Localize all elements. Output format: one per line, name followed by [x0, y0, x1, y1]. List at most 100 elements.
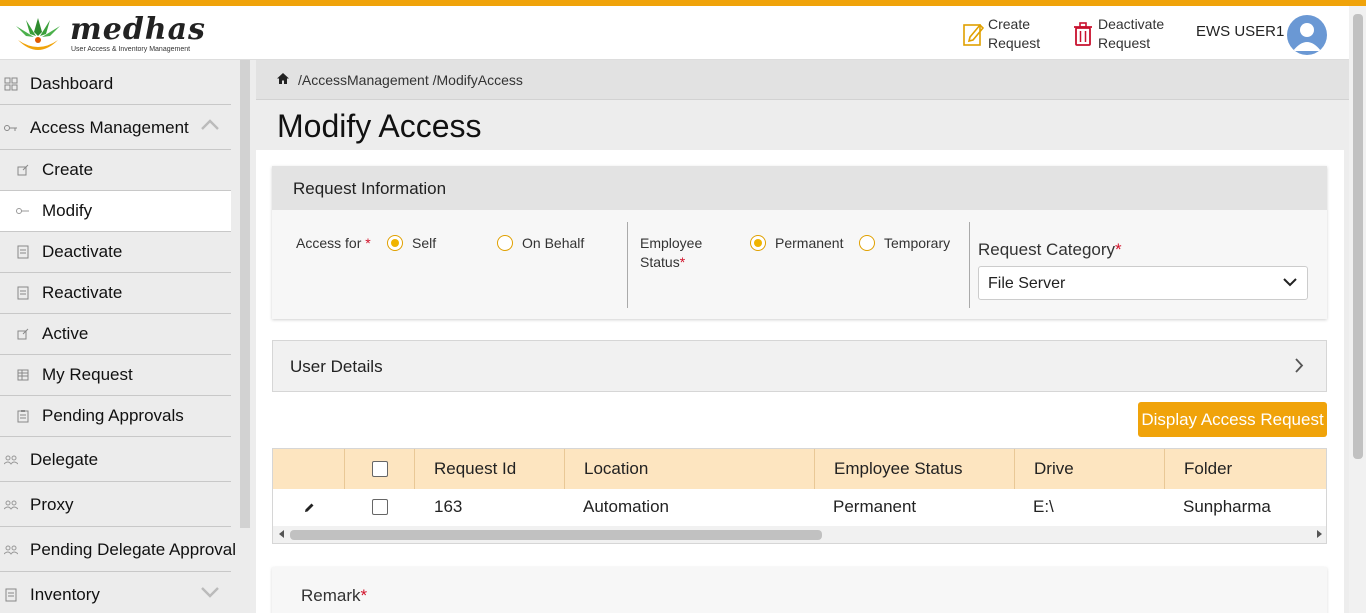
- breadcrumb: /AccessManagement /ModifyAccess: [256, 60, 1349, 100]
- pencil-icon[interactable]: [304, 502, 315, 513]
- trash-icon: [1074, 22, 1092, 46]
- document-icon: [16, 286, 30, 300]
- sidebar-item-label: Active: [42, 324, 89, 343]
- table-header-request-id[interactable]: Request Id: [415, 449, 565, 489]
- sidebar-item-reactivate[interactable]: Reactivate: [0, 273, 231, 314]
- sidebar-item-active[interactable]: Active: [0, 314, 231, 355]
- scroll-right-arrow[interactable]: [1317, 530, 1322, 538]
- user-avatar[interactable]: [1287, 15, 1327, 55]
- home-icon[interactable]: [276, 72, 290, 85]
- cell-employee-status: Permanent: [833, 497, 917, 516]
- sidebar-item-label: Reactivate: [42, 283, 123, 302]
- table-header-drive[interactable]: Drive: [1015, 449, 1165, 489]
- employee-status-temporary-radio[interactable]: Temporary: [859, 235, 950, 251]
- sidebar-item-deactivate[interactable]: Deactivate: [0, 232, 231, 273]
- radio-label: On Behalf: [522, 235, 585, 251]
- key-icon: [16, 204, 30, 218]
- employee-status-label-line1: Employee: [640, 235, 703, 251]
- required-mark: *: [1115, 240, 1122, 259]
- form-card: Request Information Access for * Self On…: [256, 150, 1344, 613]
- remark-panel: Remark*: [272, 567, 1327, 613]
- divider: [627, 222, 628, 308]
- breadcrumb-path[interactable]: /AccessManagement /ModifyAccess: [298, 72, 523, 88]
- request-category-value: File Server: [988, 275, 1066, 292]
- chevron-down-icon[interactable]: [200, 586, 220, 598]
- chevron-down-icon: [1283, 278, 1297, 287]
- deactivate-request-button[interactable]: Deactivate Request: [1072, 16, 1170, 52]
- table-header-employee-status[interactable]: Employee Status: [815, 449, 1015, 489]
- employee-status-label: Employee Status*: [640, 234, 702, 272]
- request-category-select[interactable]: File Server: [978, 266, 1308, 300]
- page-scrollbar-thumb[interactable]: [1353, 14, 1363, 459]
- cell-location: Automation: [583, 497, 669, 516]
- sidebar-item-pending-approvals[interactable]: Pending Approvals: [0, 396, 231, 437]
- sidebar-item-create[interactable]: Create: [0, 150, 231, 191]
- radio-label: Temporary: [884, 235, 951, 251]
- employee-status-permanent-radio[interactable]: Permanent: [750, 235, 843, 251]
- table-scrollbar-thumb[interactable]: [290, 530, 822, 540]
- remark-label: Remark*: [301, 586, 367, 606]
- scroll-left-arrow[interactable]: [279, 530, 284, 538]
- page-scrollbar[interactable]: [1349, 6, 1366, 613]
- user-avatar-icon: [1293, 23, 1321, 51]
- row-checkbox[interactable]: [372, 499, 388, 515]
- users-icon: [4, 498, 18, 512]
- access-for-label: Access for *: [296, 234, 371, 253]
- app-logo[interactable]: medhas User Access & Inventory Managemen…: [12, 8, 205, 58]
- user-details-panel[interactable]: User Details: [272, 340, 1327, 392]
- sidebar-item-dashboard[interactable]: Dashboard: [0, 63, 231, 105]
- sidebar-item-label: Create: [42, 160, 94, 179]
- sidebar-item-label: Dashboard: [30, 73, 114, 93]
- divider: [969, 222, 970, 308]
- sidebar-item-access-management[interactable]: Access Management: [0, 106, 231, 150]
- sidebar-item-label: Proxy: [30, 494, 74, 514]
- sidebar-item-label: Inventory: [30, 584, 100, 604]
- create-request-label-line1: Create: [988, 16, 1031, 32]
- sidebar-item-label: Deactivate: [42, 242, 123, 261]
- create-request-label-line2: Request: [988, 35, 1041, 51]
- sidebar-item-inventory[interactable]: Inventory: [0, 573, 231, 613]
- radio-dot: [750, 235, 766, 251]
- radio-dot: [859, 235, 875, 251]
- table-icon: [16, 368, 30, 382]
- sidebar-item-label: Pending Approvals: [42, 406, 184, 425]
- access-request-table: Request Id Location Employee Status Driv…: [272, 448, 1327, 544]
- sidebar-item-delegate[interactable]: Delegate: [0, 438, 231, 482]
- sidebar-item-modify[interactable]: Modify: [0, 191, 231, 232]
- table-header-folder[interactable]: Folder: [1165, 449, 1326, 489]
- document-icon: [16, 245, 30, 259]
- access-for-on-behalf-radio[interactable]: On Behalf: [497, 235, 584, 251]
- chevron-right-icon: [1295, 358, 1304, 373]
- brand-tagline: User Access & Inventory Management: [71, 46, 191, 53]
- sidebar-item-pending-delegate-approval[interactable]: Pending Delegate Approval: [0, 528, 236, 572]
- document-icon: [4, 588, 18, 602]
- dashboard-icon: [4, 77, 18, 91]
- user-name[interactable]: EWS USER1: [1196, 23, 1284, 40]
- sidebar-item-label: Delegate: [30, 449, 99, 469]
- sidebar-item-label: Modify: [42, 201, 93, 220]
- table-horizontal-scrollbar[interactable]: [273, 526, 1326, 543]
- key-icon: [4, 121, 18, 135]
- deactivate-request-label-line1: Deactivate: [1098, 16, 1165, 32]
- sidebar-item-my-request[interactable]: My Request: [0, 355, 231, 396]
- employee-status-label-line2: Status: [640, 254, 680, 270]
- display-access-request-button[interactable]: Display Access Request: [1138, 402, 1327, 437]
- table-header: Request Id Location Employee Status Driv…: [273, 449, 1326, 489]
- access-for-self-radio[interactable]: Self: [387, 235, 436, 251]
- table-header-location[interactable]: Location: [565, 449, 815, 489]
- select-all-checkbox[interactable]: [371, 461, 388, 477]
- sidebar-item-label: My Request: [42, 365, 133, 384]
- chevron-up-icon[interactable]: [200, 119, 220, 131]
- deactivate-request-label-line2: Request: [1098, 35, 1151, 51]
- request-information-panel: Request Information Access for * Self On…: [272, 166, 1327, 319]
- sidebar-item-proxy[interactable]: Proxy: [0, 483, 231, 527]
- user-details-title: User Details: [290, 357, 383, 376]
- brand-name: medhas: [70, 12, 206, 47]
- request-information-title: Request Information: [293, 179, 447, 198]
- lotus-logo-icon: [16, 18, 60, 50]
- remark-label-text: Remark: [301, 586, 361, 605]
- sidebar: Dashboard Access Management Create Modif…: [0, 60, 250, 613]
- table-header-select: [345, 449, 415, 489]
- sidebar-scrollbar[interactable]: [240, 60, 250, 528]
- create-request-button[interactable]: Create Request: [962, 16, 1060, 52]
